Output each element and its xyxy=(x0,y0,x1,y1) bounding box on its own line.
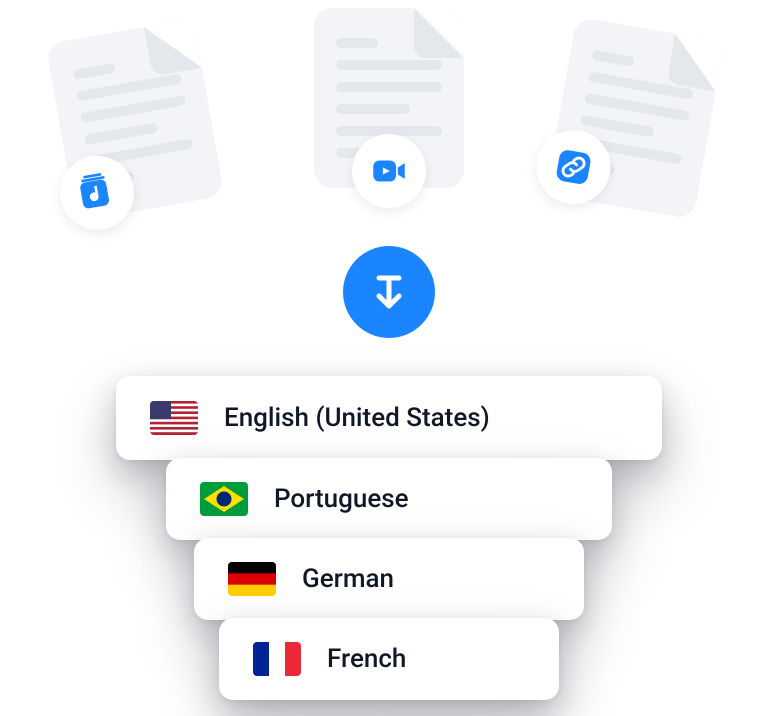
flag-de-icon xyxy=(228,562,276,596)
language-option-german[interactable]: German xyxy=(194,538,584,620)
language-label: French xyxy=(327,644,406,674)
download-icon xyxy=(343,246,435,338)
language-label: English (United States) xyxy=(224,403,490,433)
language-list: English (United States) Portuguese Germa… xyxy=(0,376,778,700)
language-label: Portuguese xyxy=(274,484,409,514)
documents-illustration xyxy=(0,0,778,260)
flag-us-icon xyxy=(150,401,198,435)
flag-br-icon xyxy=(200,482,248,516)
language-option-english-us[interactable]: English (United States) xyxy=(116,376,662,460)
language-option-portuguese[interactable]: Portuguese xyxy=(166,458,612,540)
video-icon xyxy=(352,134,426,208)
document-audio xyxy=(46,18,225,221)
flag-fr-icon xyxy=(253,642,301,676)
document-video xyxy=(314,8,464,188)
language-label: German xyxy=(302,564,394,594)
language-option-french[interactable]: French xyxy=(219,618,559,700)
document-link xyxy=(546,16,725,219)
